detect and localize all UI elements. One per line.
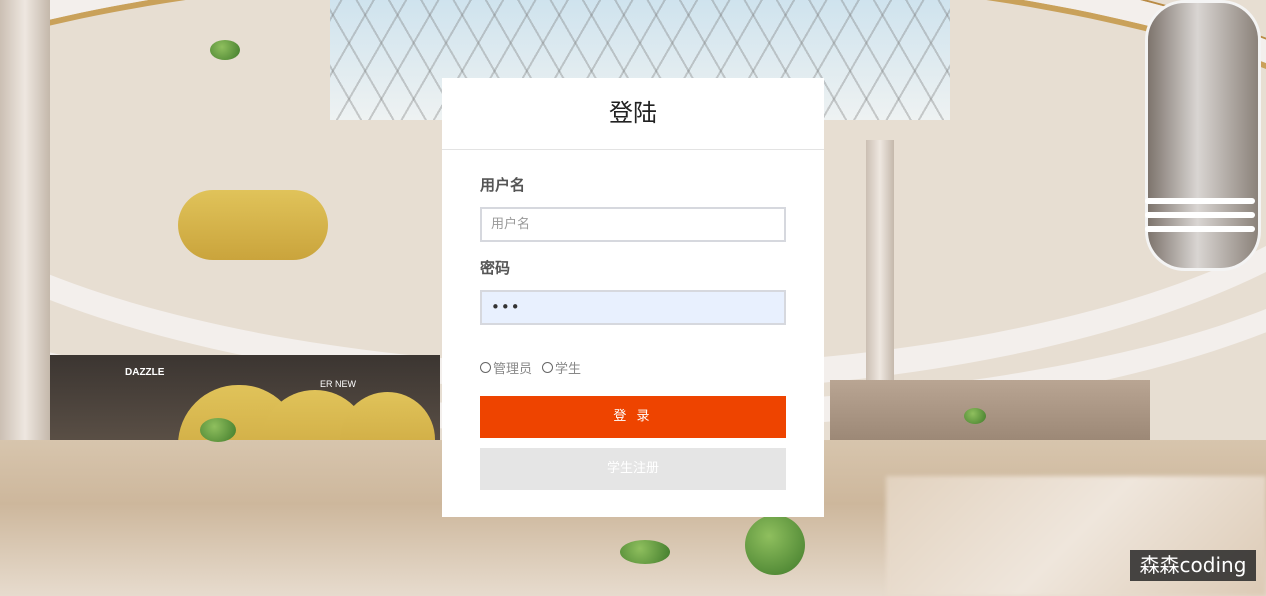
login-title: 登陆 (442, 78, 824, 150)
password-label: 密码 (480, 259, 511, 277)
tree (745, 515, 805, 575)
role-option-admin[interactable]: 管理员 (480, 358, 532, 377)
role-option-label: 管理员 (493, 362, 533, 377)
student-register-button[interactable]: 学生注册 (480, 448, 786, 490)
elevator-stripe (1145, 212, 1255, 218)
radio-button-icon[interactable] (480, 362, 491, 373)
password-input[interactable]: ••• (480, 290, 786, 325)
username-label: 用户名 (480, 176, 526, 194)
elevator-stripe (1145, 198, 1255, 204)
radio-button-icon[interactable] (542, 362, 554, 373)
store-sign-2: ER NEW (320, 379, 356, 389)
planter (964, 408, 986, 424)
planter (210, 40, 240, 60)
watermark: 森森coding (1130, 550, 1256, 581)
planter (200, 418, 236, 442)
username-input[interactable] (480, 207, 786, 242)
elevator-stripe (1145, 226, 1255, 232)
login-button[interactable]: 登 录 (480, 396, 786, 438)
role-selector: 管理员 学生 (480, 358, 581, 377)
yellow-seating-pod (178, 190, 328, 260)
planter (620, 540, 670, 564)
role-option-student[interactable]: 学生 (542, 358, 581, 377)
login-panel: 登陆 用户名 密码 ••• 管理员 学生 登 录 学生注册 (442, 78, 824, 517)
store-sign: DAZZLE (125, 367, 165, 378)
role-option-label: 学生 (555, 362, 582, 377)
